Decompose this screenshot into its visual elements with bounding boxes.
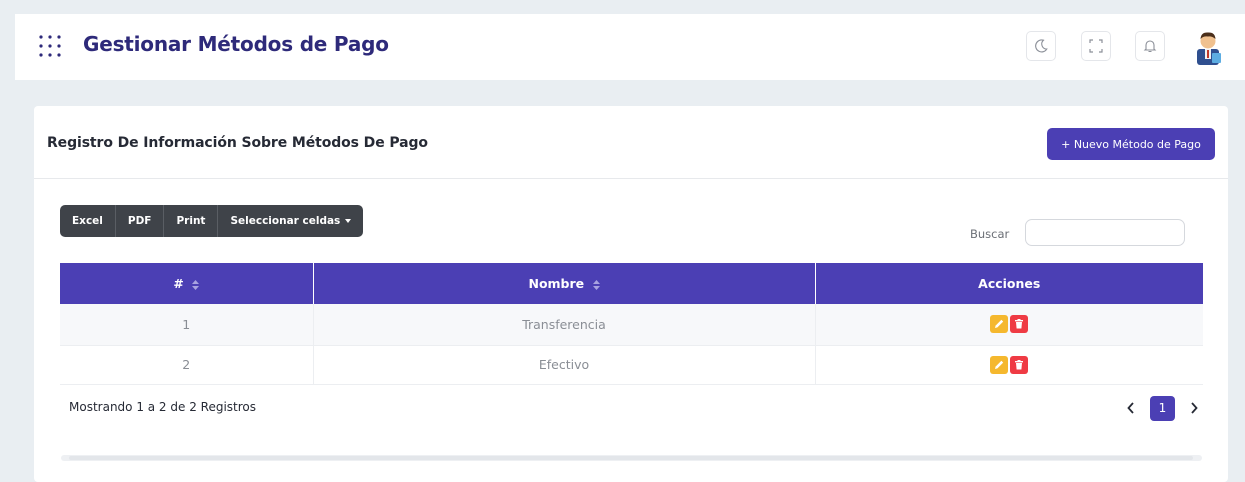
column-header-label: # [173,276,184,291]
edit-button[interactable] [990,355,1009,374]
top-bar: Gestionar Métodos de Pago [15,14,1245,80]
previous-page-button[interactable] [1120,395,1142,421]
payment-methods-table: # Nombre Acciones 1 Transferencia 2 Efec… [60,263,1203,385]
column-header-label: Nombre [528,276,585,291]
notifications-button[interactable] [1135,31,1165,61]
delete-button[interactable] [1010,315,1029,334]
search-label: Buscar [970,227,1010,241]
bell-icon [1143,40,1157,53]
fullscreen-button[interactable] [1081,31,1111,61]
select-cells-button[interactable]: Seleccionar celdas [218,205,364,237]
chevron-left-icon [1127,402,1134,414]
avatar[interactable] [1188,27,1228,67]
table-row: 2 Efectivo [60,345,1203,385]
card-title: Registro De Información Sobre Métodos De… [47,135,428,151]
payment-methods-card: Registro De Información Sobre Métodos De… [34,106,1228,482]
pdf-button[interactable]: PDF [115,205,165,237]
card-header: Registro De Información Sobre Métodos De… [34,106,1228,179]
trash-icon [1015,359,1024,369]
cell-actions [815,304,1203,346]
print-button[interactable]: Print [164,205,219,237]
pencil-icon [995,320,1004,329]
pencil-icon [995,360,1004,369]
cell-nombre: Efectivo [313,345,816,385]
apps-menu-icon[interactable] [37,33,63,59]
cell-actions [815,345,1203,385]
sort-icon [592,279,600,290]
page-button-current[interactable]: 1 [1150,395,1175,421]
export-button-group: Excel PDF Print Seleccionar celdas [60,205,364,237]
cell-id: 2 [60,345,314,385]
trash-icon [1015,319,1024,329]
next-page-button[interactable] [1183,395,1205,421]
horizontal-scrollbar[interactable] [61,455,1202,461]
records-info: Mostrando 1 a 2 de 2 Registros [69,400,257,414]
delete-button[interactable] [1010,355,1029,374]
fullscreen-icon [1089,39,1103,53]
caret-down-icon [345,219,352,223]
scrollbar-thumb[interactable] [69,456,1193,460]
column-header-nombre[interactable]: Nombre [313,263,816,304]
table-header-row: # Nombre Acciones [60,263,1203,304]
column-header-id[interactable]: # [60,263,314,304]
search-input[interactable] [1025,219,1185,246]
cell-id: 1 [60,304,314,346]
sort-icon [192,279,200,290]
chevron-right-icon [1191,402,1198,414]
column-header-label: Acciones [978,276,1041,291]
new-payment-method-button[interactable]: + Nuevo Método de Pago [1047,128,1215,160]
excel-button[interactable]: Excel [60,205,116,237]
table-row: 1 Transferencia [60,304,1203,346]
page-title: Gestionar Métodos de Pago [83,32,389,56]
edit-button[interactable] [990,315,1009,334]
select-cells-label: Seleccionar celdas [230,215,341,227]
dark-mode-button[interactable] [1026,31,1056,61]
pagination: 1 [1120,395,1205,421]
cell-nombre: Transferencia [313,304,816,346]
column-header-acciones: Acciones [815,263,1203,304]
moon-icon [1035,39,1048,53]
